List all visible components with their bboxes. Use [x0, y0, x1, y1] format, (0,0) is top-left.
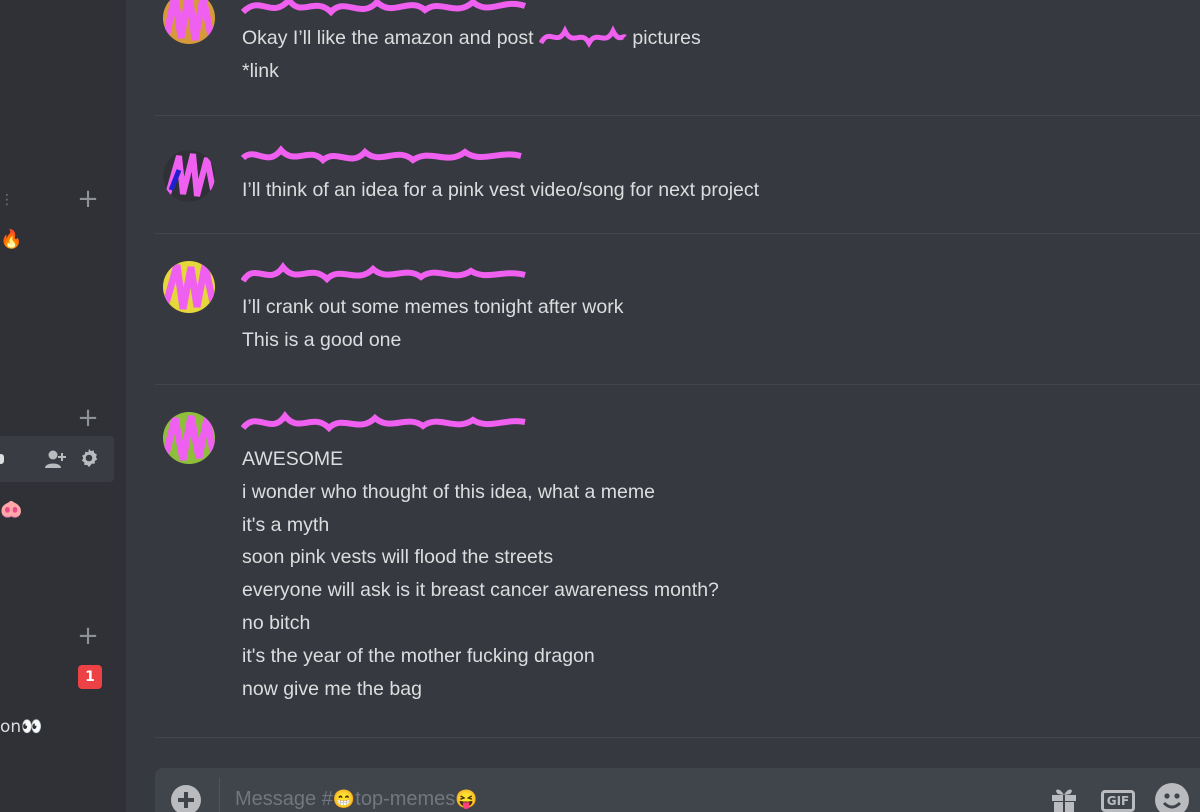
message-input[interactable]: Message #😁top-memes😝	[235, 788, 478, 811]
scribble-overlay-icon	[163, 150, 215, 202]
message-line: soon pink vests will flood the streets	[242, 546, 554, 569]
discord-window: ⋮ + 🔥 + 🐽 + 1 on👀 Okay I’ll like the ama…	[0, 0, 1200, 812]
grin-emoji: 😁	[332, 789, 356, 809]
gear-icon[interactable]	[78, 447, 100, 469]
smile-face-icon	[1162, 793, 1182, 809]
sidebar-channel-label[interactable]: on👀	[0, 717, 42, 737]
channel-sidebar: ⋮ + 🔥 + 🐽 + 1 on👀	[0, 0, 126, 812]
composer-separator	[219, 778, 220, 812]
avatar[interactable]	[163, 150, 215, 202]
add-channel-icon[interactable]: +	[76, 623, 100, 649]
message-line: AWESOME	[242, 448, 344, 470]
add-attachment-icon[interactable]	[171, 785, 201, 812]
add-channel-icon[interactable]: +	[76, 405, 100, 431]
scribble-overlay-icon	[163, 261, 215, 313]
message-line: This is a good one	[242, 328, 402, 351]
message-line: it's the year of the mother fucking drag…	[242, 644, 595, 667]
scribble-overlay-icon	[163, 412, 215, 464]
unread-dot-icon	[0, 454, 4, 464]
message-group: Okay I’ll like the amazon and post pictu…	[155, 0, 1200, 110]
message-line: no bitch	[242, 611, 311, 634]
redacted-username[interactable]	[241, 0, 531, 24]
message-line: Okay I’ll like the amazon and post pictu…	[242, 25, 701, 49]
avatar[interactable]	[163, 261, 215, 313]
message-line: i wonder who thought of this idea, what …	[242, 480, 655, 503]
message-line: *link	[242, 59, 279, 82]
message-group: AWESOME i wonder who thought of this ide…	[155, 400, 1200, 710]
redacted-username[interactable]	[241, 406, 531, 440]
message-divider	[155, 115, 1200, 116]
gift-icon[interactable]	[1049, 784, 1079, 812]
gif-button[interactable]: GIF	[1101, 790, 1135, 812]
message-composer[interactable]: Message #😁top-memes😝 GIF	[155, 768, 1200, 812]
avatar[interactable]	[163, 412, 215, 464]
redacted-text	[538, 25, 627, 49]
sidebar-channel-active[interactable]	[0, 436, 114, 482]
eyes-emoji: 👀	[21, 717, 43, 737]
category-caret-icon[interactable]: ⋮	[0, 192, 14, 208]
invite-member-icon[interactable]	[44, 448, 68, 470]
message-divider	[155, 384, 1200, 385]
message-group: I’ll crank out some memes tonight after …	[155, 255, 1200, 380]
message-divider	[155, 737, 1200, 738]
avatar[interactable]	[163, 0, 215, 44]
tongue-emoji: 😝	[455, 789, 478, 809]
message-line: I’ll think of an idea for a pink vest vi…	[242, 179, 760, 201]
fire-emoji: 🔥	[0, 229, 23, 250]
unread-badge: 1	[78, 665, 102, 689]
message-divider	[155, 233, 1200, 234]
add-channel-icon[interactable]: +	[76, 186, 100, 212]
scribble-overlay-icon	[163, 0, 215, 44]
message-line: it's a myth	[242, 513, 330, 536]
emoji-picker-icon[interactable]	[1155, 783, 1189, 812]
redacted-username[interactable]	[241, 257, 531, 291]
message-group: I’ll think of an idea for a pink vest vi…	[155, 140, 1200, 230]
pig-nose-emoji: 🐽	[0, 499, 23, 520]
message-line: now give me the bag	[242, 677, 422, 700]
message-line: I’ll crank out some memes tonight after …	[242, 296, 624, 318]
redacted-username[interactable]	[241, 140, 531, 174]
message-line: everyone will ask is it breast cancer aw…	[242, 579, 719, 602]
